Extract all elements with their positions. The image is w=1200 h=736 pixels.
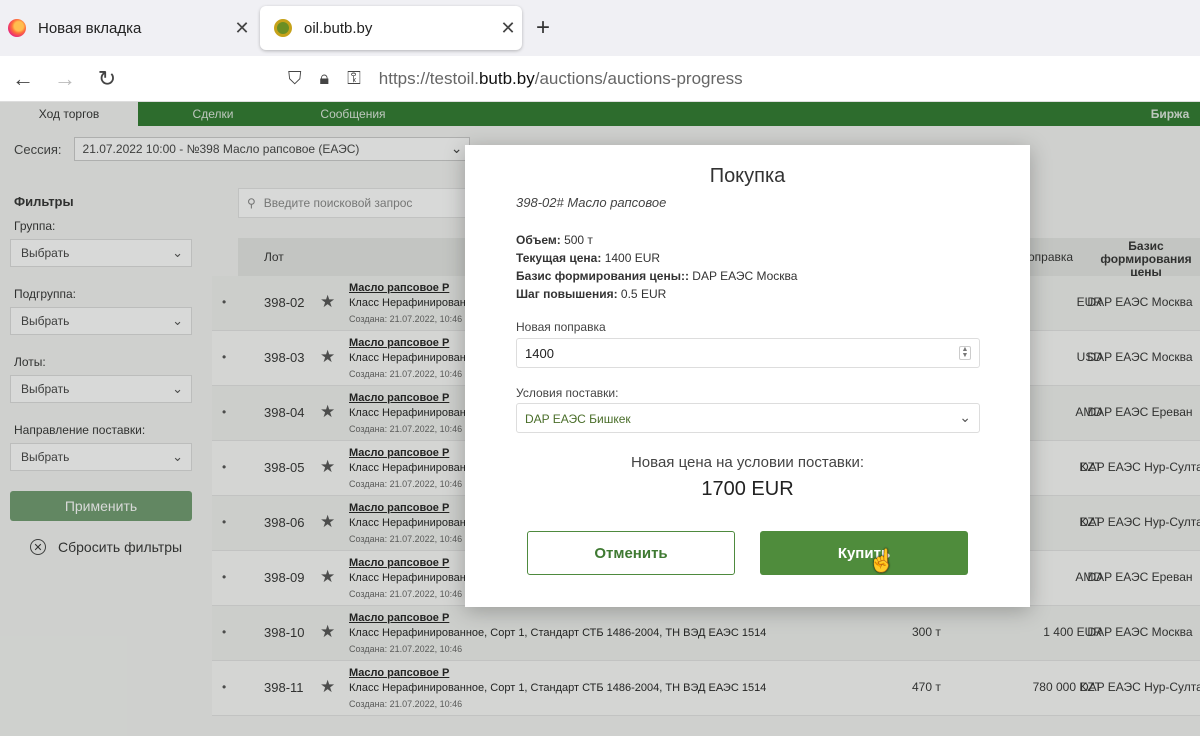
step-value: 0.5 EUR — [620, 287, 667, 301]
hand-cursor-icon: ☝ — [868, 548, 896, 573]
back-arrow-icon[interactable]: ← — [2, 66, 44, 92]
stepper-icon[interactable]: ▲ ▼ — [959, 346, 971, 360]
url-domain: butb.by — [478, 68, 535, 88]
url-prefix: https://testoil. — [378, 68, 479, 88]
tab-title: oil.butb.by — [304, 19, 373, 37]
price-value: 1400 EUR — [604, 251, 661, 265]
url-bar[interactable]: https://testoil.butb.by/auctions/auction… — [379, 69, 743, 89]
chevron-down-icon: ⌄ — [959, 409, 971, 425]
correction-input[interactable]: 1400 ▲ ▼ — [516, 338, 980, 368]
volume-label: Объем: — [516, 233, 561, 247]
new-price-value: 1700 EUR — [701, 478, 794, 500]
cancel-button[interactable]: Отменить — [527, 531, 735, 575]
delivery-label: Условия поставки: — [516, 386, 619, 400]
delivery-value: DAP ЕАЭС Бишкек — [525, 412, 631, 426]
purchase-modal: Покупка 398-02# Масло рапсовое Объем: 50… — [465, 145, 1030, 607]
close-icon[interactable]: ✕ — [228, 18, 256, 39]
basis-label: Базис формирования цены:: — [516, 269, 689, 283]
price-label: Текущая цена: — [516, 251, 602, 265]
firefox-icon — [8, 19, 26, 37]
security-indicators: ⛉ 🔒︎ ⚿ — [288, 68, 361, 89]
browser-tab-oil[interactable]: oil.butb.by ✕ — [260, 6, 522, 50]
step-label: Шаг повышения: — [516, 287, 618, 301]
correction-value: 1400 — [525, 346, 554, 361]
correction-label: Новая поправка — [516, 320, 606, 334]
delivery-select[interactable]: DAP ЕАЭС Бишкек ⌄ — [516, 403, 980, 433]
buy-button[interactable]: Купить — [760, 531, 968, 575]
volume-value: 500 т — [564, 233, 593, 247]
new-tab-button[interactable]: + — [536, 14, 550, 42]
modal-title: Покупка — [709, 165, 786, 187]
lock-icon[interactable]: 🔒︎ — [320, 68, 330, 89]
key-icon[interactable]: ⚿ — [347, 68, 361, 89]
browser-tab-new[interactable]: Новая вкладка ✕ — [0, 6, 256, 50]
browser-tab-bar: Новая вкладка ✕ oil.butb.by ✕ + — [0, 0, 1200, 56]
shield-icon[interactable]: ⛉ — [288, 68, 302, 89]
forward-arrow-icon[interactable]: → — [44, 66, 86, 92]
browser-nav-bar: ← → ↻ ⛉ 🔒︎ ⚿ https://testoil.butb.by/auc… — [0, 56, 1200, 102]
modal-lot-subtitle: 398-02# Масло рапсовое — [516, 195, 667, 210]
url-path: /auctions/auctions-progress — [534, 68, 743, 88]
new-price-label: Новая цена на условии поставки: — [630, 454, 865, 471]
reload-icon[interactable]: ↻ — [86, 66, 128, 92]
modal-lot-info: Объем: 500 т Текущая цена: 1400 EUR Бази… — [516, 231, 797, 303]
basis-value: DAP ЕАЭС Москва — [692, 269, 798, 283]
close-icon[interactable]: ✕ — [494, 18, 522, 39]
tab-title: Новая вкладка — [38, 19, 142, 37]
site-favicon-icon — [274, 19, 292, 37]
